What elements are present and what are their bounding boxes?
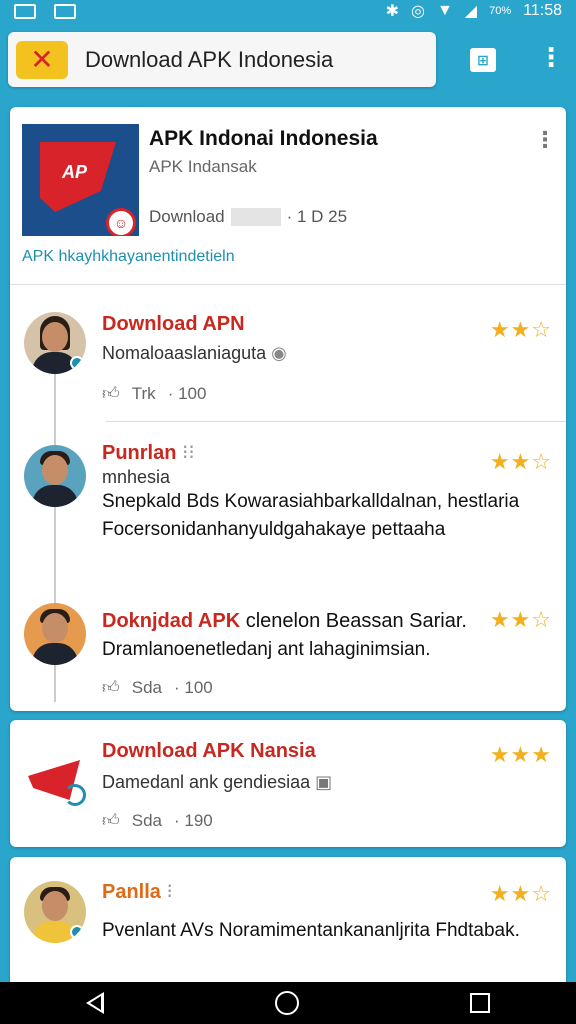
review-title[interactable]: Doknjdad APK clenelon Beassan Sariar. [102, 610, 482, 633]
megaphone-icon[interactable] [24, 746, 88, 816]
home-icon[interactable] [274, 991, 299, 1015]
star-rating: ★★☆ [489, 449, 552, 474]
store-icon[interactable]: ⊞ [470, 48, 496, 72]
app-logo-icon: ✕ [16, 40, 68, 79]
card-title[interactable]: Download APK Nansia [102, 740, 316, 763]
like-icon[interactable]: 👍︎ [102, 383, 120, 404]
alarm-icon: ◎ [410, 3, 425, 20]
app-developer[interactable]: APK Indansak [149, 157, 257, 177]
card-title[interactable]: Panlla ⁝ [102, 879, 173, 904]
badge-icon: ▣ [315, 772, 333, 792]
more-options-icon[interactable]: ⋮ [538, 42, 564, 73]
card-subtitle: Damedanl ank gendiesiaa ▣ [102, 772, 332, 793]
review-meta: 👍︎ Sda · 100 [102, 677, 213, 698]
image-notification-icon [14, 3, 36, 19]
app-card: AP ☺ APK Indonai Indonesia APK Indansak … [10, 107, 566, 711]
divider [106, 421, 566, 422]
verified-icon [70, 356, 84, 370]
card-title-text: Panlla [102, 881, 161, 903]
app-banner-image[interactable]: AP ☺ [22, 124, 139, 236]
review-title-text: Doknjdad APK [102, 610, 241, 632]
review-meta: 👍︎ Trk · 100 [102, 383, 206, 404]
app-link[interactable]: APK hkayhkhayanentindetieln [22, 248, 235, 266]
bluetooth-icon: ✱ [385, 3, 399, 20]
meta-label: Sda [131, 810, 163, 830]
avatar[interactable] [24, 881, 86, 943]
banner-text: AP [62, 162, 88, 182]
app-card: Download APK Nansia ★★★ Damedanl ank gen… [10, 720, 566, 847]
meta-label: Trk [131, 383, 156, 403]
app-title[interactable]: APK Indonai Indonesia [149, 127, 378, 151]
meta-count: · 100 [174, 677, 213, 697]
verified-icon [70, 925, 84, 939]
recent-apps-icon[interactable] [470, 993, 491, 1013]
review-title[interactable]: Punrlan ⁝⁝ [102, 440, 195, 465]
signal-icon: ◢ [464, 3, 478, 20]
battery-percent: 70% [489, 5, 512, 17]
review-subtitle: Nomaloaaslaniaguta ◉ [102, 343, 287, 364]
app-more-options-icon[interactable]: ⋮ [534, 127, 556, 153]
review-title[interactable]: Download APN [102, 313, 245, 336]
like-icon[interactable]: 👍︎ [102, 810, 120, 831]
card-body: Pvenlant AVs Noramimentankananljrita Fhd… [102, 920, 520, 941]
status-time: 11:58 [523, 2, 562, 19]
meta-count: · 100 [167, 383, 207, 403]
like-icon[interactable]: 👍︎ [102, 677, 120, 698]
navigation-bar [0, 982, 576, 1024]
back-icon[interactable] [85, 992, 104, 1014]
banner-badge-icon: ☺ [106, 208, 136, 236]
divider [10, 284, 566, 285]
download-count: · 1 D 25 [286, 207, 348, 226]
avatar[interactable] [24, 603, 86, 665]
review-body: Snepkald Bds Kowarasiahbarkalldalnan, he… [102, 491, 520, 540]
location-icon: ◉ [271, 343, 287, 363]
review-title-text: Punrlan [102, 442, 177, 464]
download-progress-bar [230, 208, 281, 226]
review-subtitle: mnhesia [102, 467, 171, 487]
review-title-rest: clenelon Beassan Sariar. [245, 610, 467, 632]
card-subtitle-text: Damedanl ank gendiesiaa [102, 772, 311, 792]
star-rating: ★★★ [489, 742, 552, 767]
star-rating: ★★☆ [489, 607, 552, 632]
avatar[interactable] [24, 312, 86, 374]
avatar[interactable] [24, 445, 86, 507]
dots-icon: ⁝⁝ [182, 442, 195, 464]
status-bar: ✱ ◎ ▼ ◢ 70% 11:58 [0, 0, 576, 22]
download-label: Download [149, 207, 225, 226]
star-rating: ★★☆ [489, 317, 552, 342]
star-rating: ★★☆ [489, 881, 552, 906]
dots-icon: ⁝ [166, 881, 173, 903]
download-info: Download · 1 D 25 [149, 207, 347, 227]
search-box[interactable]: ✕ Download APK Indonesia [8, 32, 436, 87]
meta-count: · 190 [174, 810, 213, 830]
toolbar: ✕ Download APK Indonesia ⊞ ⋮ [0, 22, 576, 98]
meta-label: Sda [131, 677, 163, 697]
wifi-icon: ▼ [436, 2, 453, 19]
review-subtitle: Dramlanoenetledanj ant lahaginimsian. [102, 639, 431, 660]
review-subtitle-text: Nomaloaaslaniaguta [102, 343, 267, 363]
app-card: Panlla ⁝ ★★☆ Pvenlant AVs Noramimentanka… [10, 857, 566, 987]
search-text: Download APK Indonesia [85, 46, 334, 72]
gallery-notification-icon [54, 3, 76, 19]
card-meta: 👍︎ Sda · 190 [102, 810, 213, 831]
